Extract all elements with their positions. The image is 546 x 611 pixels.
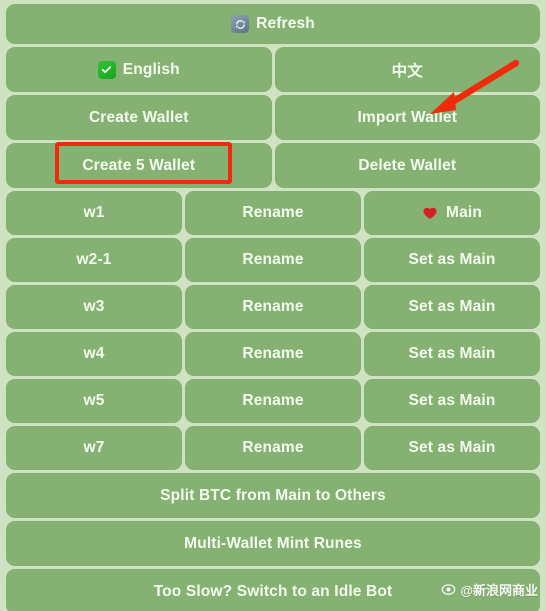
language-english-label: English [122,60,180,78]
wallet-rename-button[interactable]: Rename [185,426,361,470]
split-btc-row: Split BTC from Main to Others [6,473,540,518]
check-icon [97,60,116,79]
language-chinese-button[interactable]: 中文 [274,47,540,92]
wallet-rename-label: Rename [242,392,304,409]
multi-wallet-mint-runes-button[interactable]: Multi-Wallet Mint Runes [6,521,540,566]
watermark-text: @新浪网商业 [460,583,538,598]
wallet-rename-label: Rename [242,439,304,456]
wallet-rename-label: Rename [242,204,304,221]
language-row: English 中文 [6,47,540,92]
wallet-name-button[interactable]: w4 [6,332,182,376]
wallet-main-status-button[interactable]: Main [364,191,540,235]
wallet-name-label: w7 [83,439,105,456]
split-btc-label: Split BTC from Main to Others [160,486,386,504]
table-row: w4 Rename Set as Main [6,332,540,376]
wallet-name-button[interactable]: w3 [6,285,182,329]
wallet-rename-button[interactable]: Rename [185,379,361,423]
delete-wallet-label: Delete Wallet [358,156,457,174]
sina-weibo-eye-icon [441,584,456,595]
create5-delete-row: Create 5 Wallet Delete Wallet [6,143,540,188]
wallet-rename-label: Rename [242,251,304,268]
refresh-label: Refresh [256,15,315,32]
wallet-list: w1 Rename Main w2-1 Rename Set as Main w… [6,191,540,470]
wallet-status-label: Set as Main [408,251,496,268]
idle-bot-label: Too Slow? Switch to an Idle Bot [153,582,393,600]
delete-wallet-button[interactable]: Delete Wallet [274,143,540,188]
wallet-bot-panel: Refresh English 中文 Create Wallet Import … [0,0,546,611]
split-btc-button[interactable]: Split BTC from Main to Others [6,473,540,518]
refresh-row: Refresh [6,4,540,44]
language-chinese-label: 中文 [391,62,423,80]
table-row: w7 Rename Set as Main [6,426,540,470]
wallet-rename-label: Rename [242,345,304,362]
multi-wallet-mint-runes-label: Multi-Wallet Mint Runes [184,534,362,552]
wallet-status-label: Set as Main [408,392,496,409]
wallet-set-as-main-button[interactable]: Set as Main [364,379,540,423]
wallet-name-button[interactable]: w5 [6,379,182,423]
wallet-set-as-main-button[interactable]: Set as Main [364,426,540,470]
table-row: w1 Rename Main [6,191,540,235]
wallet-name-button[interactable]: w7 [6,426,182,470]
create-wallet-button[interactable]: Create Wallet [6,95,272,140]
wallet-rename-button[interactable]: Rename [185,332,361,376]
wallet-name-label: w1 [83,204,105,221]
multi-wallet-mint-row: Multi-Wallet Mint Runes [6,521,540,566]
wallet-set-as-main-button[interactable]: Set as Main [364,285,540,329]
wallet-name-button[interactable]: w1 [6,191,182,235]
wallet-status-label: Main [446,204,482,221]
language-english-button[interactable]: English [6,47,272,92]
wallet-rename-label: Rename [242,298,304,315]
wallet-rename-button[interactable]: Rename [185,238,361,282]
wallet-name-button[interactable]: w2-1 [6,238,182,282]
wallet-set-as-main-button[interactable]: Set as Main [364,238,540,282]
refresh-icon [231,15,250,33]
heart-icon [422,205,439,222]
table-row: w3 Rename Set as Main [6,285,540,329]
watermark: @新浪网商业 [441,580,538,599]
wallet-name-label: w3 [83,298,105,315]
create-import-row: Create Wallet Import Wallet [6,95,540,140]
wallet-name-label: w5 [83,392,105,409]
refresh-button[interactable]: Refresh [6,4,540,44]
wallet-status-label: Set as Main [408,298,496,315]
create-5-wallet-button[interactable]: Create 5 Wallet [6,143,272,188]
create-5-wallet-label: Create 5 Wallet [82,156,196,174]
wallet-status-label: Set as Main [408,439,496,456]
wallet-name-label: w2-1 [76,251,112,268]
table-row: w5 Rename Set as Main [6,379,540,423]
wallet-name-label: w4 [83,345,105,362]
wallet-rename-button[interactable]: Rename [185,191,361,235]
table-row: w2-1 Rename Set as Main [6,238,540,282]
wallet-rename-button[interactable]: Rename [185,285,361,329]
import-wallet-label: Import Wallet [357,108,458,126]
wallet-status-label: Set as Main [408,345,496,362]
create-wallet-label: Create Wallet [88,108,189,126]
wallet-set-as-main-button[interactable]: Set as Main [364,332,540,376]
import-wallet-button[interactable]: Import Wallet [274,95,540,140]
